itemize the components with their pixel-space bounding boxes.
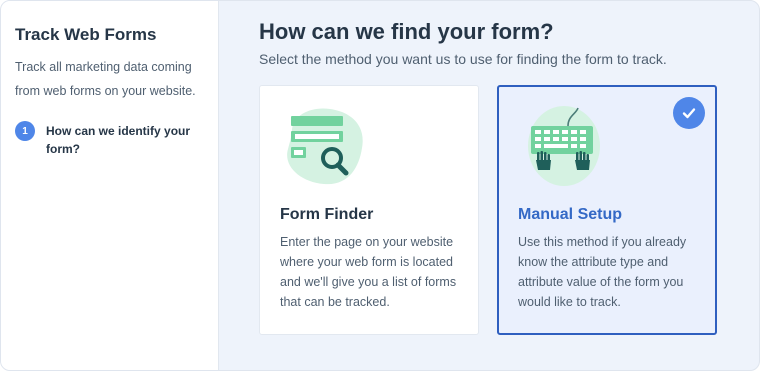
form-finder-option-card[interactable]: Form Finder Enter the page on your websi…	[259, 85, 479, 335]
manual-setup-description: Use this method if you already know the …	[518, 235, 687, 309]
main-content: How can we find your form? Select the me…	[219, 1, 759, 370]
step-item[interactable]: 1 How can we identify your form?	[15, 121, 204, 158]
app-frame: Track Web Forms Track all marketing data…	[0, 0, 760, 371]
sidebar-title: Track Web Forms	[15, 25, 157, 44]
page-title: How can we find your form?	[259, 19, 554, 44]
keyboard-hands-icon	[518, 104, 608, 194]
manual-setup-title: Manual Setup	[518, 206, 623, 223]
manual-setup-option-card[interactable]: Manual Setup Use this method if you alre…	[497, 85, 717, 335]
step-label: How can we identify your form?	[46, 124, 191, 156]
form-finder-description: Enter the page on your website where you…	[280, 235, 457, 309]
form-search-icon	[280, 104, 370, 194]
sidebar: Track Web Forms Track all marketing data…	[1, 1, 219, 370]
option-cards: Form Finder Enter the page on your websi…	[259, 85, 719, 335]
page-subtitle: Select the method you want us to use for…	[259, 51, 667, 67]
form-finder-title: Form Finder	[280, 206, 374, 223]
step-number-badge: 1	[15, 121, 35, 141]
sidebar-description: Track all marketing data coming from web…	[15, 60, 196, 98]
check-icon	[673, 97, 705, 129]
